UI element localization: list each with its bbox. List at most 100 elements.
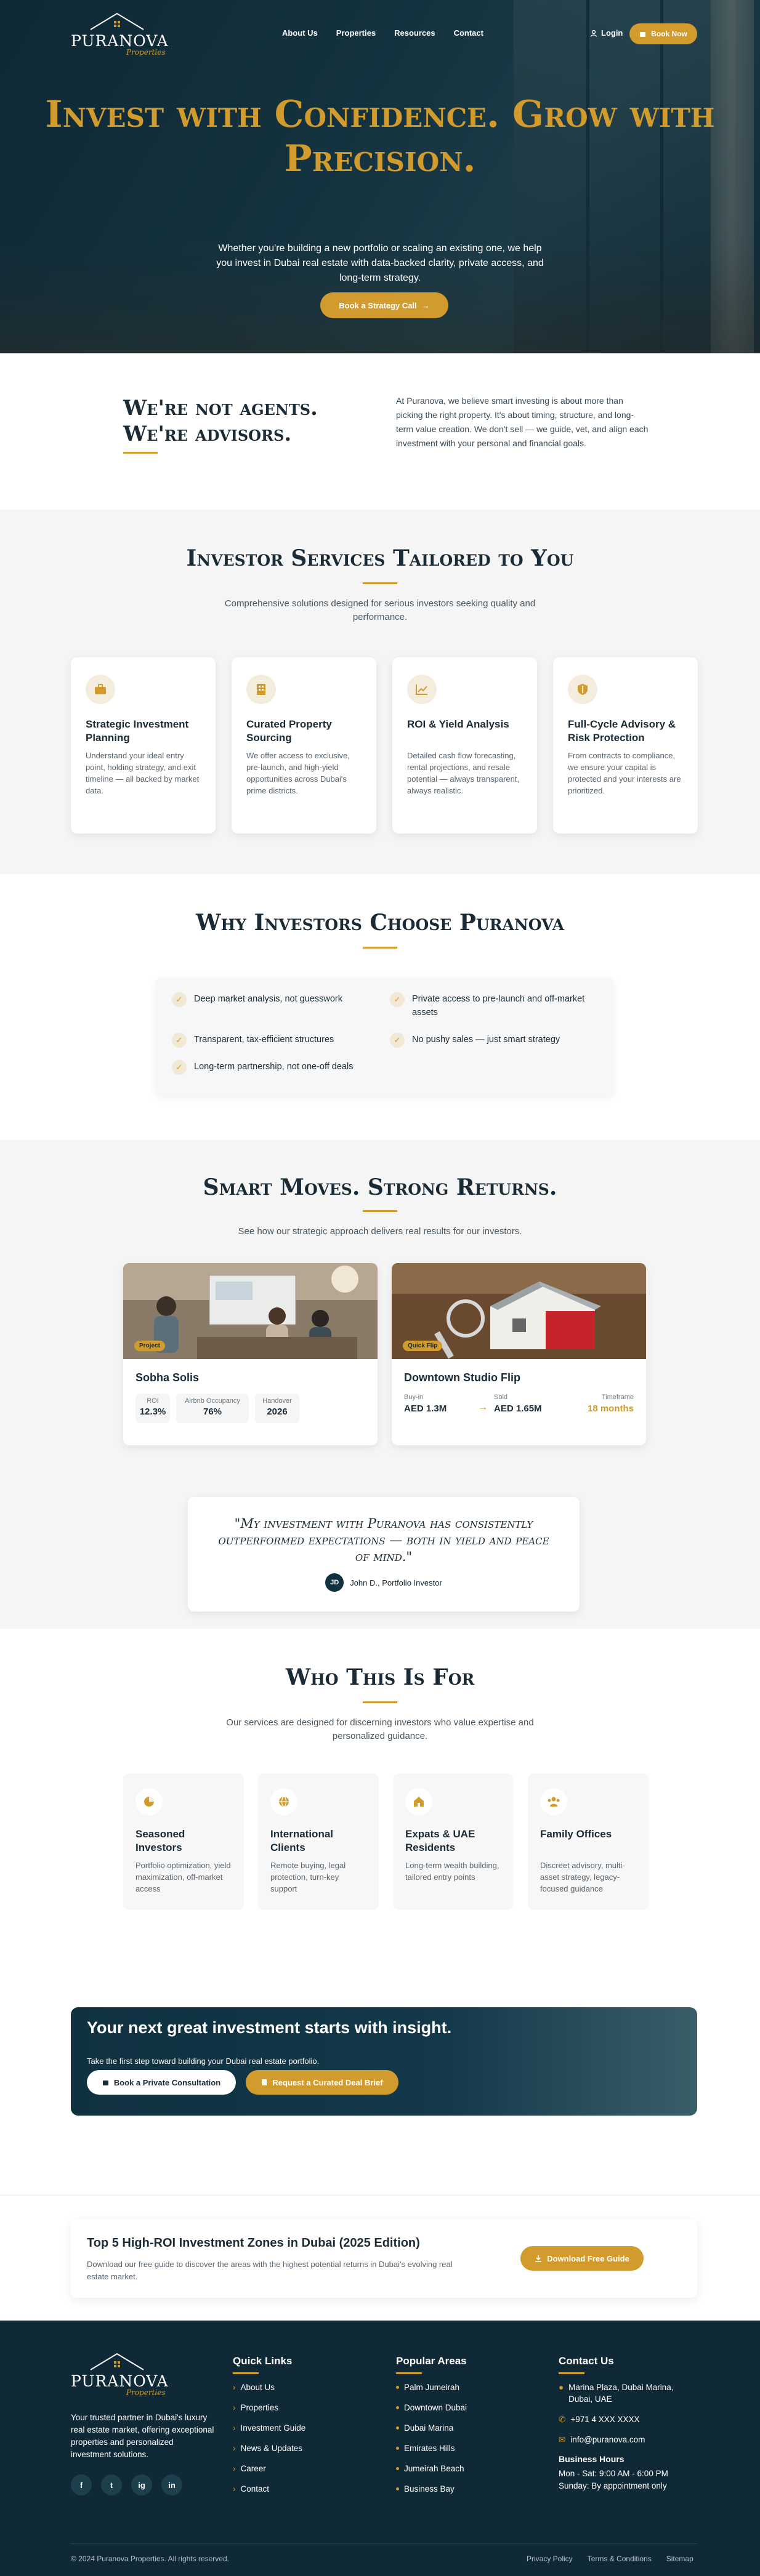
hours-sunday: Sunday: By appointment only — [559, 2481, 667, 2490]
audience-card-body: Remote buying, legal protection, turn-ke… — [270, 1861, 346, 1893]
check-icon: ✓ — [172, 992, 187, 1007]
nav-contact[interactable]: Contact — [454, 28, 483, 38]
people-icon — [548, 1797, 560, 1807]
social-links: f t ig in — [71, 2474, 182, 2495]
request-deal-brief-label: Request a Curated Deal Brief — [272, 2077, 383, 2087]
benefit-item: ✓ Deep market analysis, not guesswork — [172, 992, 381, 1007]
book-strategy-call-button[interactable]: Book a Strategy Call → — [320, 292, 448, 318]
service-card-title: Curated Property Sourcing — [246, 718, 332, 744]
linkedin-icon[interactable]: in — [161, 2474, 182, 2495]
benefit-item: ✓ No pushy sales — just smart strategy — [390, 1033, 599, 1048]
hours-weekdays: Mon - Sat: 9:00 AM - 6:00 PM — [559, 2469, 668, 2478]
sitemap-link[interactable]: Sitemap — [666, 2554, 693, 2563]
audience-card-title: Seasoned Investors — [135, 1828, 185, 1853]
guide-title: Top 5 High-ROI Investment Zones in Dubai… — [87, 2236, 420, 2250]
nav-resources[interactable]: Resources — [394, 28, 435, 38]
services-section: Investor Services Tailored to You Compre… — [0, 510, 760, 874]
email[interactable]: ✉ info@puranova.com — [559, 2434, 697, 2446]
home-icon — [414, 1797, 424, 1807]
sold-block: Sold AED 1.65M — [494, 1394, 542, 1414]
testimonial-card: "My investment with Puranova has consist… — [188, 1497, 580, 1611]
building-icon — [257, 684, 265, 695]
benefit-item: ✓ Private access to pre-launch and off-ma… — [390, 992, 599, 1019]
arrow-right-icon: → — [478, 1402, 488, 1413]
request-deal-brief-button[interactable]: Request a Curated Deal Brief — [246, 2070, 398, 2095]
guide-card: Top 5 High-ROI Investment Zones in Dubai… — [71, 2219, 697, 2298]
stat-occupancy: Airbnb Occupancy 76% — [176, 1394, 249, 1423]
audience-card-expats[interactable]: Expats & UAE Residents Long-term wealth … — [393, 1773, 514, 1910]
service-card-title: ROI & Yield Analysis — [407, 718, 509, 730]
terms-link[interactable]: Terms & Conditions — [588, 2554, 652, 2563]
copyright: © 2024 Puranova Properties. All rights r… — [71, 2554, 229, 2563]
advisors-heading: We're not agents. We're advisors. — [123, 395, 318, 447]
check-icon: ✓ — [390, 992, 405, 1007]
footer-link[interactable]: › Properties — [233, 2402, 305, 2413]
facebook-icon[interactable]: f — [71, 2474, 92, 2495]
gold-divider — [363, 1210, 397, 1212]
quick-links: Quick Links › About Us › Properties › Inves… — [233, 2355, 305, 2503]
phone[interactable]: ✆ +971 4 XXX XXXX — [559, 2413, 697, 2425]
brand-script: Properties — [126, 48, 166, 57]
area-link[interactable]: Dubai Marina — [396, 2422, 467, 2434]
globe-icon — [279, 1796, 289, 1807]
audience-card-family[interactable]: Family Offices Discreet advisory, multi-… — [528, 1773, 649, 1910]
services-subtitle: Comprehensive solutions designed for ser… — [224, 598, 536, 622]
advisors-heading-line-1: We're not agents. — [123, 396, 318, 420]
calendar-icon — [640, 31, 646, 37]
project-badge: Project — [134, 1341, 165, 1351]
area-link[interactable]: Palm Jumeirah — [396, 2381, 467, 2393]
quick-flip-badge: Quick Flip — [403, 1341, 443, 1351]
hero-section: PURANOVA Properties About Us Properties … — [0, 0, 760, 353]
footer-link[interactable]: › Contact — [233, 2483, 305, 2495]
cta-title: Your next great investment starts with i… — [87, 2018, 452, 2037]
house-logo-icon — [90, 12, 144, 30]
gold-divider — [123, 452, 158, 454]
main-menu: About Us Properties Resources Contact — [282, 28, 483, 38]
popular-areas: Popular Areas Palm Jumeirah Downtown Dub… — [396, 2355, 467, 2503]
timeframe-block: Timeframe 18 months — [587, 1394, 634, 1414]
contact-info: Contact Us ● Marina Plaza, Dubai Marina, … — [559, 2355, 697, 2492]
instagram-icon[interactable]: ig — [131, 2474, 152, 2495]
login-link[interactable]: Login — [590, 28, 623, 38]
pie-chart-icon — [144, 1797, 154, 1807]
privacy-policy-link[interactable]: Privacy Policy — [527, 2554, 573, 2563]
stat-roi: ROI 12.3% — [135, 1394, 170, 1423]
service-card-advisory[interactable]: Full-Cycle Advisory & Risk Protection Fr… — [553, 657, 698, 833]
nav-properties[interactable]: Properties — [336, 28, 376, 38]
service-card-roi[interactable]: ROI & Yield Analysis Detailed cash flow … — [392, 657, 537, 833]
audience-card-seasoned[interactable]: Seasoned Investors Portfolio optimizatio… — [123, 1773, 244, 1910]
area-link[interactable]: Emirates Hills — [396, 2442, 467, 2454]
footer-link[interactable]: › Investment Guide — [233, 2422, 305, 2434]
case-study-downtown-flip[interactable]: Quick Flip Downtown Studio Flip Buy-in A… — [392, 1263, 646, 1445]
cta-subtitle: Take the first step toward building your… — [87, 2056, 320, 2066]
audience-card-title: Expats & UAE Residents — [405, 1828, 475, 1853]
chart-icon — [416, 684, 427, 695]
gold-divider — [363, 947, 397, 949]
hours-title: Business Hours — [559, 2454, 625, 2464]
footer-logo[interactable]: PURANOVA Properties — [71, 2351, 172, 2398]
service-card-planning[interactable]: Strategic Investment Planning Understand… — [71, 657, 216, 833]
mail-icon: ✉ — [559, 2435, 566, 2444]
footer-link[interactable]: › About Us — [233, 2381, 305, 2393]
service-card-body: Understand your ideal entry point, holdi… — [86, 751, 200, 795]
book-consultation-button[interactable]: Book a Private Consultation — [87, 2070, 236, 2095]
book-now-button[interactable]: Book Now — [629, 23, 697, 44]
audience-card-international[interactable]: International Clients Remote buying, leg… — [258, 1773, 379, 1910]
guide-body: Download our free guide to discover the … — [87, 2260, 453, 2281]
brand-wordmark: PURANOVA — [71, 2372, 169, 2390]
footer-about: Your trusted partner in Dubai's luxury r… — [71, 2413, 214, 2459]
benefit-item: ✓ Long-term partnership, not one-off deal… — [172, 1060, 381, 1075]
brand-logo[interactable]: PURANOVA Properties — [71, 11, 172, 58]
twitter-icon[interactable]: t — [101, 2474, 122, 2495]
case-study-sobha-solis[interactable]: Project Sobha Solis ROI 12.3% Airbnb Occu… — [123, 1263, 378, 1445]
audience-subtitle: Our services are designed for discerning… — [226, 1717, 534, 1741]
nav-about-us[interactable]: About Us — [282, 28, 318, 38]
download-guide-button[interactable]: Download Free Guide — [520, 2246, 644, 2271]
area-link[interactable]: Business Bay — [396, 2483, 467, 2495]
footer-link[interactable]: › News & Updates — [233, 2442, 305, 2454]
area-link[interactable]: Downtown Dubai — [396, 2402, 467, 2413]
stat-handover: Handover 2026 — [255, 1394, 299, 1423]
area-link[interactable]: Jumeirah Beach — [396, 2463, 467, 2474]
service-card-sourcing[interactable]: Curated Property Sourcing We offer acces… — [232, 657, 376, 833]
footer-link[interactable]: › Career — [233, 2463, 305, 2474]
